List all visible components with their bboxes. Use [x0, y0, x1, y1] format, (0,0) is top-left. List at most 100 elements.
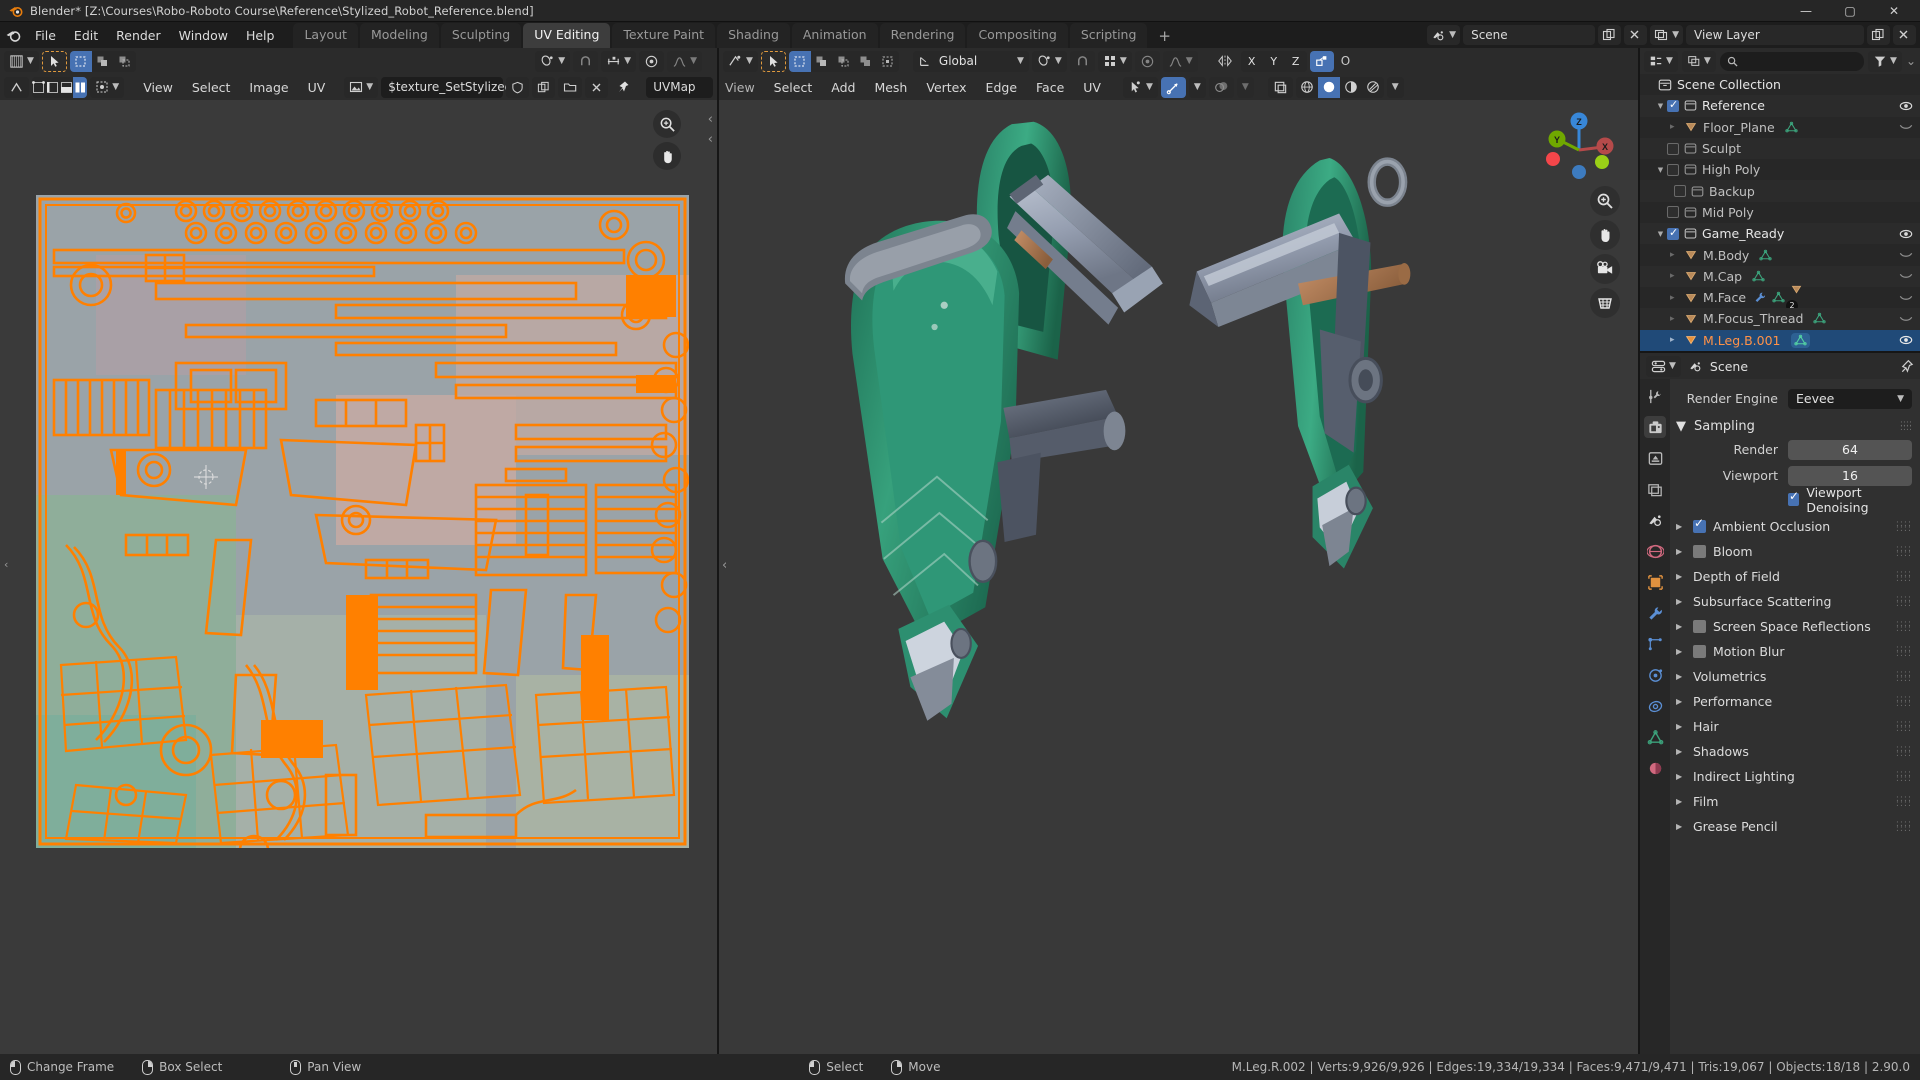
uv-texture-image[interactable]: [36, 195, 689, 848]
delete-view-layer-button[interactable]: [1893, 25, 1916, 45]
uv-select-face-button[interactable]: [114, 51, 136, 72]
properties-tab-view-layer[interactable]: [1644, 478, 1666, 500]
delete-scene-button[interactable]: [1624, 25, 1647, 45]
uv-zoom-button[interactable]: [653, 110, 681, 138]
viewport-camera-button[interactable]: [1590, 254, 1620, 284]
workspace-tab-animation[interactable]: Animation: [792, 23, 878, 48]
outliner-editor-type-button[interactable]: ▼: [1644, 51, 1678, 72]
viewport-snap-magnet-button[interactable]: [1070, 51, 1095, 72]
uv-snap-magnet-button[interactable]: [573, 51, 598, 72]
open-image-button[interactable]: [558, 77, 582, 98]
outliner-checkbox-backup[interactable]: [1674, 185, 1686, 197]
viewport-ortho-toggle-button[interactable]: [1590, 288, 1620, 318]
shading-solid-button[interactable]: [1318, 77, 1340, 98]
workspace-tab-scripting[interactable]: Scripting: [1070, 23, 1148, 48]
properties-tab-output[interactable]: [1644, 447, 1666, 469]
properties-tab-material[interactable]: [1644, 757, 1666, 779]
uv-sidebar-toggle[interactable]: ‹: [708, 132, 713, 147]
render-engine-dropdown[interactable]: Eevee ▼: [1788, 389, 1912, 409]
drag-handle-icon[interactable]: ::::::::: [1896, 797, 1912, 807]
drag-handle-icon[interactable]: ::::::::: [1896, 572, 1912, 582]
uv-tweak-tool-button[interactable]: [42, 51, 67, 72]
viewport-menu-select[interactable]: Select: [766, 77, 821, 97]
viewport-menu-mesh[interactable]: Mesh: [866, 77, 915, 97]
properties-tab-constraints[interactable]: [1644, 695, 1666, 717]
viewport-snap-target-button[interactable]: ▼: [1098, 51, 1132, 72]
outliner-row-backup[interactable]: Backup: [1640, 180, 1920, 201]
view-layer-name-field[interactable]: View Layer: [1686, 25, 1864, 45]
workspace-tab-layout[interactable]: Layout: [293, 23, 358, 48]
window-minimize-button[interactable]: —: [1784, 0, 1828, 22]
uv-select-vertex-mode-button[interactable]: [32, 77, 46, 98]
window-maximize-button[interactable]: ▢: [1828, 0, 1872, 22]
window-close-button[interactable]: ✕: [1872, 0, 1916, 22]
outliner-checkbox-reference[interactable]: [1667, 100, 1679, 112]
disclosure-triangle-icon[interactable]: ▼: [1654, 166, 1667, 174]
viewport-editor-type-button[interactable]: ▼: [723, 51, 758, 72]
drag-handle-icon[interactable]: ::::::::: [1896, 597, 1912, 607]
show-overlays-button[interactable]: [1209, 77, 1234, 98]
uv-select-edge-mode-button[interactable]: [46, 77, 60, 98]
disclosure-triangle-icon[interactable]: ▼: [1654, 102, 1667, 110]
panel-volumetrics[interactable]: ▶ Volumetrics ::::::::: [1676, 664, 1912, 689]
properties-tab-world[interactable]: [1644, 540, 1666, 562]
uv-select-vertex-button[interactable]: [70, 51, 92, 72]
viewport-pivot-point-button[interactable]: ▼: [1032, 51, 1067, 72]
sampling-panel-header[interactable]: ▼ Sampling ::::::::: [1676, 414, 1912, 438]
scene-browse-button[interactable]: ▼: [1427, 25, 1460, 45]
drag-handle-icon[interactable]: ::::::::: [1896, 622, 1912, 632]
pin-image-button[interactable]: [611, 77, 635, 98]
uv-menu-image[interactable]: Image: [241, 77, 296, 97]
new-view-layer-button[interactable]: [1867, 25, 1890, 45]
uvmap-name-field[interactable]: UVMap: [646, 77, 713, 98]
select-intersect-button[interactable]: [855, 51, 877, 72]
properties-tab-tool[interactable]: [1644, 385, 1666, 407]
bloom-checkbox[interactable]: [1693, 545, 1706, 558]
sampling-render-value[interactable]: 64: [1788, 440, 1912, 460]
outliner-row-mid-poly[interactable]: Mid Poly: [1640, 202, 1920, 223]
unlink-image-button[interactable]: [585, 77, 608, 98]
workspace-tab-rendering[interactable]: Rendering: [880, 23, 966, 48]
menu-help[interactable]: Help: [237, 22, 284, 48]
viewport-toolbar-toggle[interactable]: ‹: [722, 558, 727, 573]
uv-sticky-mode-button[interactable]: ▼: [90, 77, 124, 98]
viewport-falloff-button[interactable]: ▼: [1163, 51, 1198, 72]
menu-edit[interactable]: Edit: [65, 22, 107, 48]
outliner-visibility-m-leg-b-001[interactable]: [1898, 333, 1914, 347]
outliner-row-m-face[interactable]: ▸ M.Face 2: [1640, 287, 1920, 308]
drag-handle-icon[interactable]: ::::::::: [1896, 697, 1912, 707]
outliner-tree[interactable]: Scene Collection ▼ Reference: [1640, 74, 1920, 351]
uv-left-panel-toggle[interactable]: ‹: [4, 558, 8, 571]
panel-indirect-lighting[interactable]: ▶ Indirect Lighting ::::::::: [1676, 764, 1912, 789]
uv-editor-type-button[interactable]: ▼: [4, 51, 39, 72]
image-name-field[interactable]: $texture_SetStylized...: [381, 77, 503, 98]
drag-handle-icon[interactable]: ::::::::: [1896, 822, 1912, 832]
panel-shadows[interactable]: ▶ Shadows ::::::::: [1676, 739, 1912, 764]
properties-tab-physics[interactable]: [1644, 664, 1666, 686]
outliner-visibility-m-body[interactable]: [1898, 250, 1914, 260]
uv-sync-selection-button[interactable]: [4, 77, 29, 98]
workspace-tab-shading[interactable]: Shading: [717, 23, 790, 48]
outliner-row-floor-plane[interactable]: ▸ Floor_Plane: [1640, 117, 1920, 138]
outliner-visibility-m-cap[interactable]: [1898, 271, 1914, 281]
outliner-visibility-m-focus-thread[interactable]: [1898, 314, 1914, 324]
drag-handle-icon[interactable]: ::::::::: [1896, 722, 1912, 732]
menu-window[interactable]: Window: [170, 22, 237, 48]
show-gizmo-button[interactable]: [1161, 77, 1186, 98]
workspace-tab-texture-paint[interactable]: Texture Paint: [612, 23, 715, 48]
uv-snap-target-button[interactable]: ▼: [601, 51, 636, 72]
mirror-options-button[interactable]: [1212, 51, 1238, 72]
uv-falloff-button[interactable]: ▼: [667, 51, 702, 72]
overlay-options-button[interactable]: ▼: [1237, 77, 1254, 98]
panel-bloom[interactable]: ▶ Bloom ::::::::: [1676, 539, 1912, 564]
outliner-row-m-leg-b-001[interactable]: ▸ M.Leg.B.001: [1640, 330, 1920, 351]
viewport-menu-edge[interactable]: Edge: [978, 77, 1025, 97]
uv-right-panel-toggle[interactable]: ‹: [708, 112, 713, 127]
navigation-gizmo[interactable]: Z X Y: [1542, 110, 1616, 184]
shading-options-button[interactable]: ▼: [1387, 77, 1404, 98]
panel-motion-blur[interactable]: ▶ Motion Blur ::::::::: [1676, 639, 1912, 664]
transform-orientation-dropdown[interactable]: Global ▼: [913, 51, 1029, 72]
select-subtract-button[interactable]: [833, 51, 855, 72]
motion-blur-checkbox[interactable]: [1693, 645, 1706, 658]
uv-menu-uv[interactable]: UV: [300, 77, 334, 97]
